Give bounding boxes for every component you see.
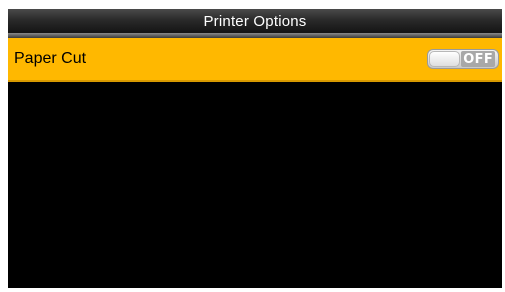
- device-screen: Printer Options Paper Cut OFF: [8, 9, 502, 288]
- toggle-state-label: OFF: [461, 51, 495, 67]
- title-bar: Printer Options: [8, 9, 502, 33]
- page-title: Printer Options: [203, 12, 307, 30]
- menu-item-label: Paper Cut: [14, 50, 87, 67]
- toggle-knob: [429, 51, 460, 67]
- paper-cut-toggle[interactable]: OFF: [427, 49, 499, 69]
- row-divider: [8, 80, 502, 82]
- menu-item-paper-cut[interactable]: Paper Cut OFF: [8, 38, 502, 80]
